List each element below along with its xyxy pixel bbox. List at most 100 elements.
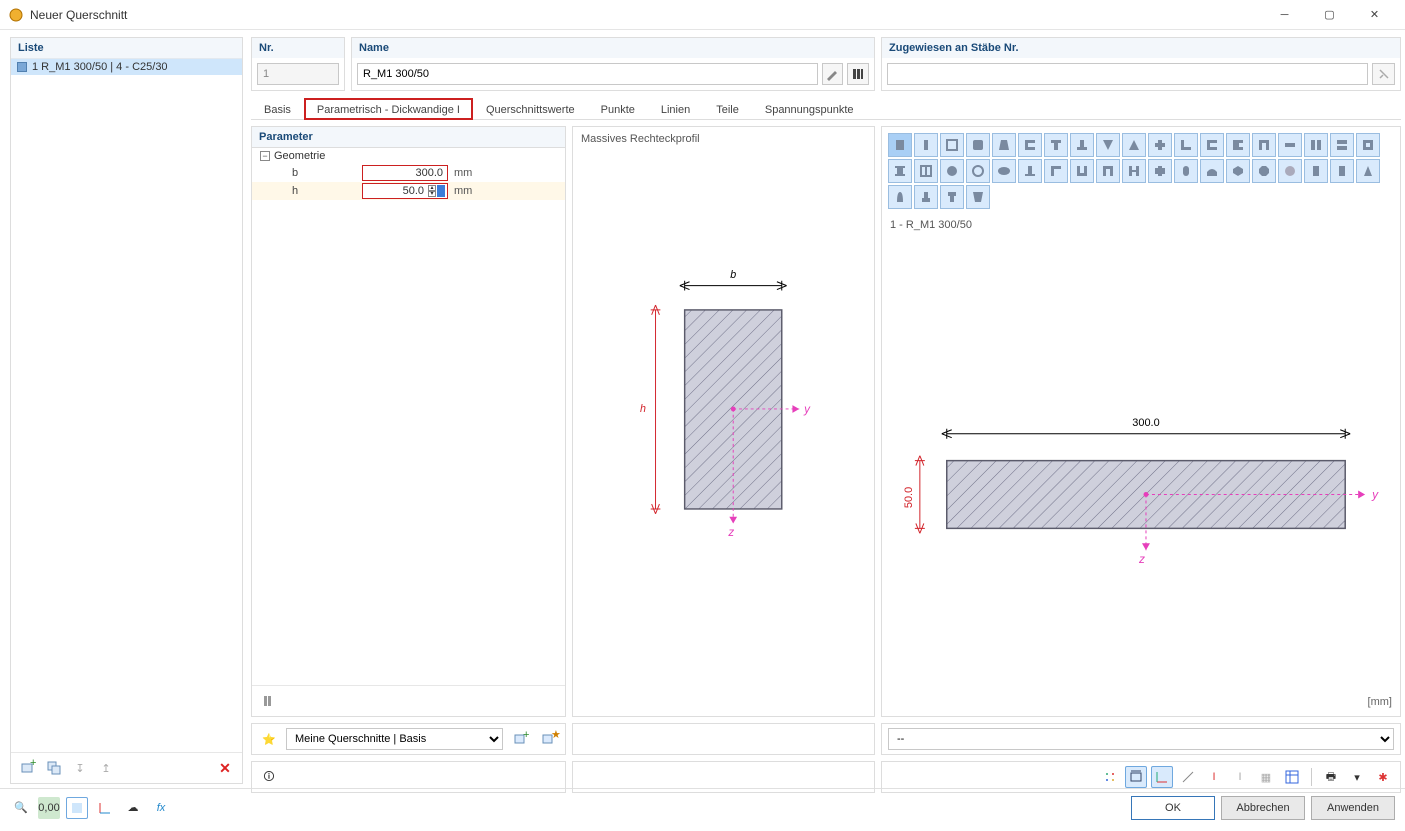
param-h-spinner[interactable]: ▴▾ [428, 185, 436, 197]
shape-button[interactable] [1252, 133, 1276, 157]
shape-button[interactable] [1356, 133, 1380, 157]
shape-button[interactable] [914, 159, 938, 183]
function-button[interactable]: fx [150, 797, 172, 819]
shape-button[interactable] [1148, 133, 1172, 157]
shape-button[interactable] [1200, 133, 1224, 157]
shape-button[interactable] [1096, 133, 1120, 157]
shape-button[interactable] [940, 185, 964, 209]
tab-querschnittswerte[interactable]: Querschnittswerte [473, 98, 588, 120]
shape-button[interactable] [1070, 159, 1094, 183]
print-dropdown[interactable]: ▾ [1346, 766, 1368, 788]
svg-text:y: y [1371, 487, 1379, 501]
tree-toggle-icon[interactable]: − [260, 151, 270, 161]
shape-button[interactable] [1330, 159, 1354, 183]
shape-button[interactable] [1096, 159, 1120, 183]
preview-title: Massives Rechteckprofil [581, 133, 700, 145]
maximize-button[interactable]: ▢ [1307, 0, 1352, 30]
print-button[interactable]: 🖶 [1320, 766, 1342, 788]
param-h-dropdown-icon[interactable] [437, 185, 445, 197]
tab-spannungspunkte[interactable]: Spannungspunkte [752, 98, 867, 120]
svg-text:z: z [727, 526, 734, 539]
shape-button[interactable] [1044, 133, 1068, 157]
shape-button[interactable] [1070, 133, 1094, 157]
view-values-button[interactable] [1281, 766, 1303, 788]
param-h-value[interactable]: 50.0 ▴▾ [362, 183, 448, 199]
help-button[interactable]: 🔍 [10, 797, 32, 819]
shape-button[interactable] [966, 133, 990, 157]
shape-button[interactable] [940, 159, 964, 183]
shape-button[interactable] [1356, 159, 1380, 183]
stress-dropdown[interactable]: -- [888, 728, 1394, 750]
param-library-button[interactable] [258, 690, 280, 712]
sort-asc-button[interactable]: ↧ [69, 757, 91, 779]
view-grid-button[interactable]: ▦ [1255, 766, 1277, 788]
shape-button[interactable] [1330, 133, 1354, 157]
cancel-button[interactable]: Abbrechen [1221, 796, 1305, 820]
delete-item-button[interactable]: ✕ [214, 757, 236, 779]
shape-button[interactable] [1200, 159, 1224, 183]
shape-button[interactable] [1018, 159, 1042, 183]
view-dimensions-button[interactable] [1125, 766, 1147, 788]
tab-linien[interactable]: Linien [648, 98, 703, 120]
view-axes-button[interactable] [1151, 766, 1173, 788]
edit-name-button[interactable] [822, 63, 844, 85]
shape-button[interactable] [1226, 159, 1250, 183]
actual-section-preview: 300.0 50.0 y z [882, 235, 1400, 716]
shape-button[interactable] [1122, 159, 1146, 183]
cloud-button[interactable]: ☁ [122, 797, 144, 819]
shape-button[interactable] [1148, 159, 1172, 183]
new-section-button[interactable]: + [509, 728, 531, 750]
axes-settings-button[interactable] [94, 797, 116, 819]
close-button[interactable]: ✕ [1352, 0, 1397, 30]
list-item[interactable]: 1 R_M1 300/50 | 4 - C25/30 [11, 59, 242, 75]
shape-button[interactable] [992, 159, 1016, 183]
tab-punkte[interactable]: Punkte [588, 98, 648, 120]
shape-button[interactable] [914, 133, 938, 157]
shape-button[interactable] [914, 185, 938, 209]
shape-button[interactable] [1278, 159, 1302, 183]
shape-button[interactable] [888, 159, 912, 183]
shape-button[interactable] [1226, 133, 1250, 157]
shape-button[interactable] [966, 159, 990, 183]
tab-teile[interactable]: Teile [703, 98, 752, 120]
favorite-button[interactable]: ⭐ [258, 728, 280, 750]
new-section-star-button[interactable]: ★ [537, 728, 559, 750]
view-principal-button[interactable] [1177, 766, 1199, 788]
color-button[interactable] [66, 797, 88, 819]
shape-button[interactable] [966, 185, 990, 209]
param-b-value[interactable]: 300.0 [362, 165, 448, 181]
view-tool-1[interactable] [1099, 766, 1121, 788]
info-button[interactable]: 🛈 [258, 766, 280, 788]
my-sections-dropdown[interactable]: Meine Querschnitte | Basis [286, 728, 503, 750]
select-members-button[interactable] [1372, 63, 1395, 85]
shape-button[interactable] [1174, 133, 1198, 157]
shape-rectangle-button[interactable] [888, 133, 912, 157]
name-input[interactable] [357, 63, 818, 85]
assigned-input[interactable] [887, 63, 1368, 85]
minimize-button[interactable]: ─ [1262, 0, 1307, 30]
tab-basis[interactable]: Basis [251, 98, 304, 120]
shape-button[interactable] [992, 133, 1016, 157]
shape-button[interactable] [1122, 133, 1146, 157]
view-i2-button[interactable]: I [1229, 766, 1251, 788]
library-button[interactable] [847, 63, 869, 85]
shape-button[interactable] [1044, 159, 1068, 183]
tab-parametrisch[interactable]: Parametrisch - Dickwandige I [304, 98, 473, 120]
new-item-button[interactable]: + [17, 757, 39, 779]
sort-desc-button[interactable]: ↥ [95, 757, 117, 779]
details-button[interactable]: ✱ [1372, 766, 1394, 788]
shape-button[interactable] [1252, 159, 1276, 183]
shape-button[interactable] [1304, 133, 1328, 157]
shape-type-toolbar [882, 127, 1400, 215]
shape-button[interactable] [940, 133, 964, 157]
view-i-button[interactable]: I [1203, 766, 1225, 788]
ok-button[interactable]: OK [1131, 796, 1215, 820]
shape-button[interactable] [888, 185, 912, 209]
units-button[interactable]: 0,00 [38, 797, 60, 819]
shape-button[interactable] [1304, 159, 1328, 183]
copy-item-button[interactable] [43, 757, 65, 779]
shape-button[interactable] [1278, 133, 1302, 157]
shape-button[interactable] [1174, 159, 1198, 183]
shape-button[interactable] [1018, 133, 1042, 157]
apply-button[interactable]: Anwenden [1311, 796, 1395, 820]
